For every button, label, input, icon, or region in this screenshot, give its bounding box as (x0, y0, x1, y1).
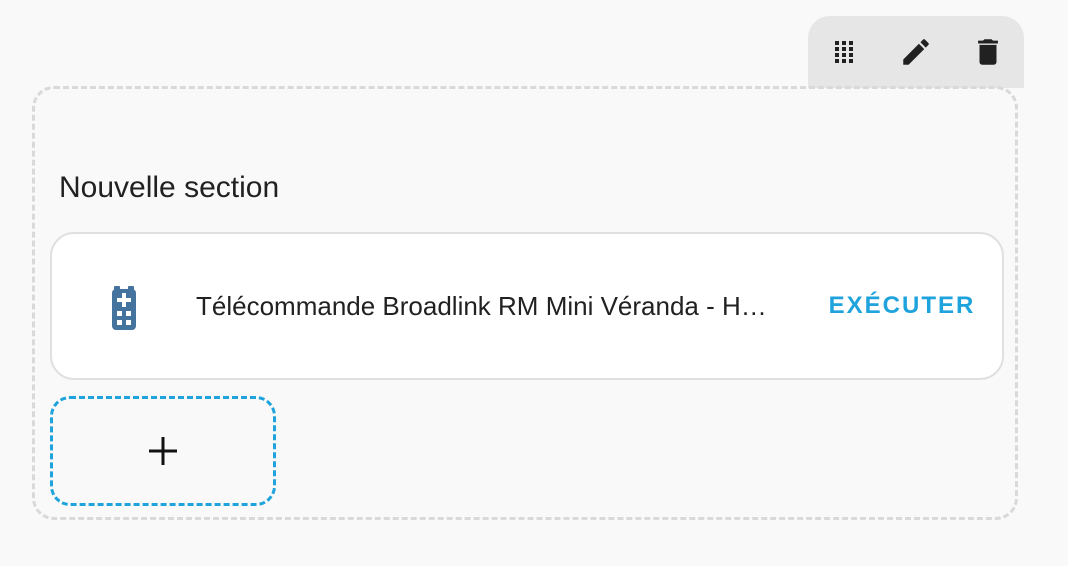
execute-button[interactable]: EXÉCUTER (826, 284, 978, 328)
plus-icon (149, 437, 177, 465)
drag-handle-button[interactable] (808, 16, 880, 88)
entity-name[interactable]: Télécommande Broadlink RM Mini Véranda -… (196, 288, 796, 324)
section-title: Nouvelle section (59, 171, 280, 204)
trash-icon (978, 39, 998, 65)
pencil-icon (903, 39, 929, 65)
section-toolbar (808, 16, 1024, 88)
drag-handle-icon (835, 41, 853, 63)
delete-button[interactable] (952, 16, 1024, 88)
edit-button[interactable] (880, 16, 952, 88)
remote-control-icon[interactable] (110, 286, 138, 330)
add-card-button[interactable] (50, 396, 276, 506)
